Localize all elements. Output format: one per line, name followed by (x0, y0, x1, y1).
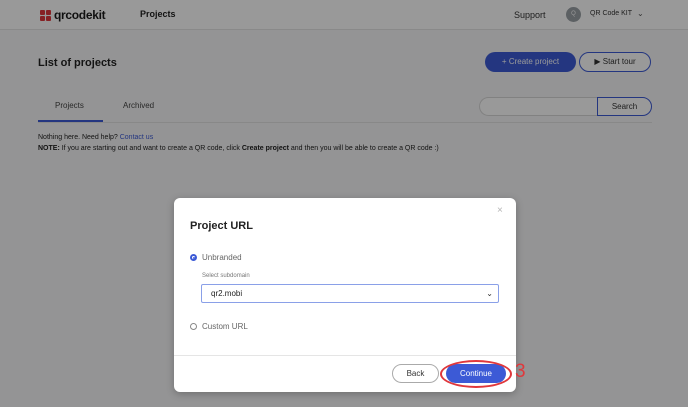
chevron-down-icon: ⌄ (486, 289, 493, 298)
back-button[interactable]: Back (392, 364, 439, 383)
subdomain-label: Select subdomain (202, 273, 250, 279)
custom-url-label[interactable]: Custom URL (202, 322, 248, 331)
subdomain-select[interactable]: qr2.mobi ⌄ (201, 284, 499, 303)
unbranded-label[interactable]: Unbranded (202, 253, 242, 262)
dialog-title: Project URL (190, 220, 253, 232)
close-icon[interactable]: × (497, 205, 503, 216)
step-number-annotation: 3 (515, 361, 526, 382)
custom-url-radio[interactable] (190, 323, 197, 330)
unbranded-radio[interactable] (190, 254, 197, 261)
subdomain-value: qr2.mobi (211, 289, 243, 298)
dialog-footer-divider (174, 355, 516, 356)
continue-highlight-ring (440, 360, 512, 388)
